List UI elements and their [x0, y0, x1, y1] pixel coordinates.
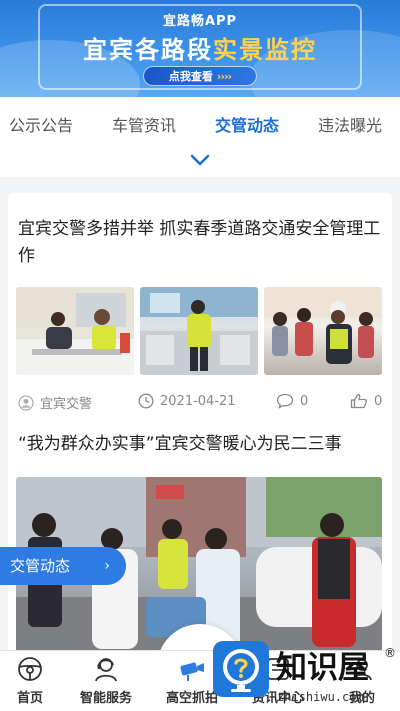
bus-inspection-image — [140, 287, 258, 375]
banner-app-name: 宜路畅APP — [162, 14, 238, 29]
comment-button[interactable]: 0 — [276, 393, 308, 409]
news-date-label: 2021-04-21 — [160, 393, 236, 409]
watermark-registered: ® — [384, 646, 396, 660]
nav-smart-service[interactable]: 智能服务 — [66, 651, 146, 711]
comment-count: 0 — [300, 393, 309, 409]
news-title[interactable]: “我为群众办实事”宜宾交警暖心为民二三事 — [18, 431, 382, 458]
banner-title-white: 宜宾各路段 — [83, 36, 213, 64]
nav-home-label: 首页 — [16, 691, 43, 706]
tab-violations[interactable]: 违法曝光 — [318, 112, 382, 136]
banner-view-button[interactable]: 点我查看 ›››› — [143, 66, 257, 86]
banner-view-button-label: 点我查看 — [168, 70, 213, 83]
floating-section-button[interactable]: 交管动态 › — [0, 547, 126, 585]
news-thumbnail[interactable] — [264, 287, 382, 375]
clock-icon — [138, 393, 154, 409]
chevron-right-icon: › — [104, 558, 110, 574]
promo-banner[interactable]: 宜路畅APP 宜宾各路段实景监控 点我查看 ›››› — [0, 0, 400, 97]
camera-icon — [180, 662, 204, 681]
news-thumbnail[interactable] — [16, 287, 134, 375]
like-count: 0 — [374, 393, 383, 409]
monitor-question-icon — [223, 649, 259, 692]
comment-icon — [276, 393, 294, 409]
like-button[interactable]: 0 — [350, 393, 382, 409]
students-scene-image — [264, 287, 382, 364]
service-person-icon — [95, 658, 117, 682]
tab-traffic-updates[interactable]: 交管动态 — [215, 112, 279, 136]
banner-arrows: ›››› — [216, 70, 232, 83]
news-source: 宜宾交警 — [18, 393, 92, 412]
nav-smart-service-label: 智能服务 — [79, 691, 132, 706]
watermark-logo — [213, 641, 269, 697]
nav-home[interactable]: 首页 — [0, 651, 70, 711]
user-icon — [18, 394, 34, 411]
news-date: 2021-04-21 — [138, 393, 236, 409]
thumbs-up-icon — [350, 393, 367, 409]
banner-title: 宜宾各路段实景监控 — [0, 30, 400, 65]
category-tabs: 公示公告 车管资讯 交管动态 违法曝光 — [0, 97, 400, 177]
watermark-brand: 知识屋 — [276, 650, 369, 686]
news-title[interactable]: 宜宾交警多措并举 抓实春季道路交通安全管理工作 — [18, 216, 382, 270]
news-thumbnail[interactable] — [140, 287, 258, 375]
banner-title-yellow: 实景监控 — [213, 36, 317, 64]
news-source-label: 宜宾交警 — [40, 397, 93, 412]
steering-wheel-icon — [18, 657, 42, 681]
office-scene-image — [16, 287, 134, 375]
chevron-down-icon[interactable] — [189, 153, 211, 167]
floating-section-label: 交管动态 — [10, 557, 71, 575]
watermark-url: zhishiwu.com — [277, 690, 364, 704]
tab-vehicle-news[interactable]: 车管资讯 — [112, 112, 176, 136]
tab-announcements[interactable]: 公示公告 — [9, 112, 73, 136]
